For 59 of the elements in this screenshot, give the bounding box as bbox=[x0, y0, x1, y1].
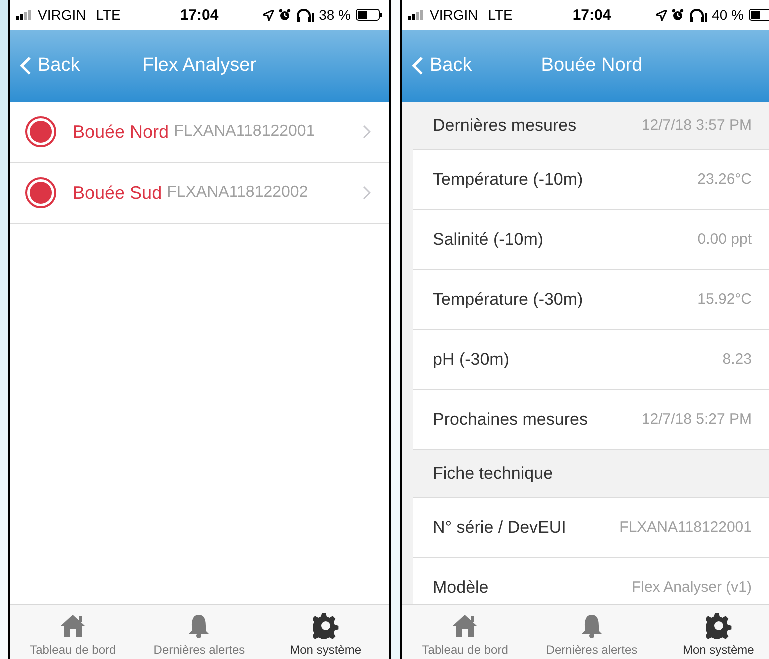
device-row[interactable]: Bouée Sud FLXANA118122002 bbox=[10, 163, 389, 224]
back-button[interactable]: Back bbox=[402, 55, 472, 77]
signal-icon bbox=[408, 10, 426, 20]
status-time: 17:04 bbox=[572, 6, 612, 24]
alarm-clock-icon bbox=[279, 9, 292, 21]
alarm-clock-icon bbox=[672, 9, 684, 21]
chevron-left-icon bbox=[20, 56, 32, 76]
tab[interactable]: Dernières alertes bbox=[528, 605, 656, 659]
settings-icon bbox=[706, 613, 732, 639]
device-name: Bouée Sud bbox=[73, 182, 162, 204]
chevron-right-icon bbox=[363, 186, 371, 200]
device-name: Bouée Nord bbox=[73, 122, 170, 142]
chevron-left-icon bbox=[412, 56, 424, 76]
battery-icon bbox=[356, 9, 383, 21]
network-type: LTE bbox=[96, 7, 121, 23]
battery-percent: 38 % bbox=[319, 7, 351, 23]
field-label: pH (-30m) bbox=[433, 350, 510, 370]
field-value: 15.92°C bbox=[698, 291, 752, 308]
field-value: FLXANA118122001 bbox=[620, 519, 752, 536]
screen-title: Flex Analyser bbox=[142, 55, 257, 77]
status-time: 17:04 bbox=[180, 6, 219, 24]
headphones-icon bbox=[689, 8, 708, 22]
section-title: Dernières mesures bbox=[433, 116, 577, 136]
device-row[interactable]: Bouée Nord FLXANA118122001 bbox=[10, 102, 389, 163]
battery-percent: 40 % bbox=[712, 7, 744, 23]
carrier-name: VIRGIN bbox=[430, 7, 478, 23]
field-value: 8.23 bbox=[722, 351, 752, 368]
field-label: Salinité (-10m) bbox=[433, 230, 544, 250]
home-icon bbox=[60, 613, 86, 639]
signal-icon bbox=[16, 10, 34, 20]
section-title: Fiche technique bbox=[433, 464, 554, 484]
field-value: Flex Analyser (v1) bbox=[632, 579, 752, 596]
location-icon bbox=[263, 10, 274, 20]
screen-title: Bouée Nord bbox=[541, 55, 643, 77]
tab[interactable]: Tableau de bord bbox=[402, 605, 529, 659]
back-button[interactable]: Back bbox=[10, 55, 80, 77]
tab[interactable]: Dernières alertes bbox=[136, 605, 263, 659]
tab[interactable]: Mon système bbox=[655, 605, 769, 659]
battery-icon bbox=[749, 9, 769, 21]
carrier-name: VIRGIN bbox=[38, 7, 86, 23]
field-label: Température (-30m) bbox=[433, 290, 584, 310]
field-label: Température (-10m) bbox=[433, 170, 584, 190]
field-label: Prochaines mesures bbox=[433, 410, 588, 430]
field-value: 23.26°C bbox=[698, 171, 752, 188]
settings-icon bbox=[312, 613, 339, 639]
device-serial: FLXANA118122001 bbox=[174, 123, 316, 141]
location-icon bbox=[656, 10, 668, 20]
field-label: N° série / DevEUI bbox=[433, 518, 566, 538]
field-label: Modèle bbox=[433, 578, 489, 598]
tab[interactable]: Mon système bbox=[262, 605, 389, 659]
field-value: 12/7/18 5:27 PM bbox=[642, 411, 752, 428]
chevron-right-icon bbox=[363, 125, 371, 139]
home-icon bbox=[452, 613, 478, 639]
device-serial: FLXANA118122002 bbox=[167, 184, 310, 202]
tab[interactable]: Tableau de bord bbox=[10, 605, 136, 659]
network-type: LTE bbox=[488, 7, 513, 23]
timestamp: 12/7/18 3:57 PM bbox=[642, 117, 752, 134]
field-value: 0.00 ppt bbox=[698, 231, 752, 248]
headphones-icon bbox=[296, 8, 314, 22]
